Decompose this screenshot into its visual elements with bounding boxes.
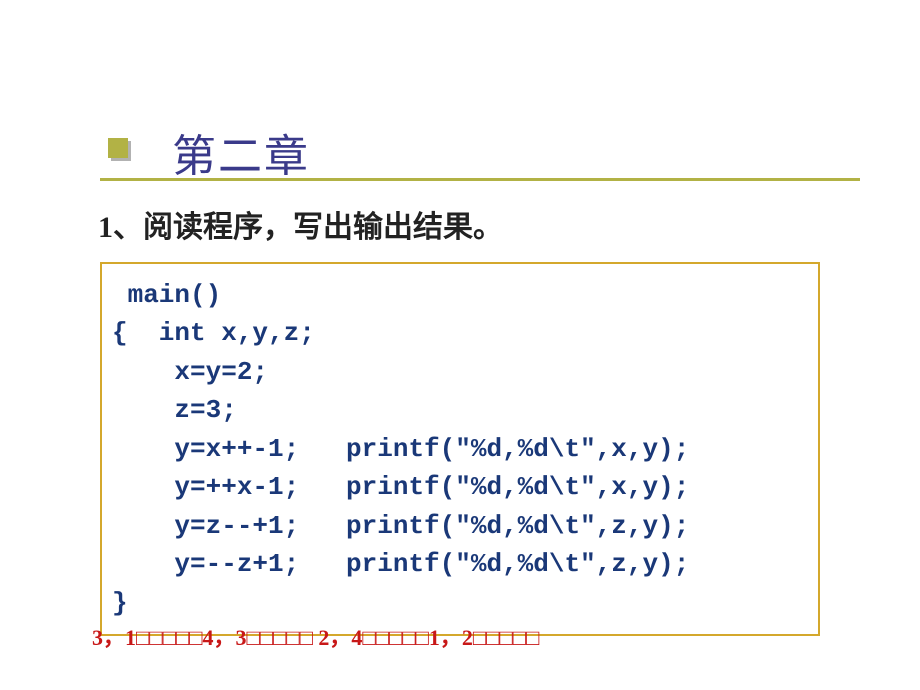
code-line-5: y=x++-1; printf("%d,%d\t",x,y); [112, 430, 808, 468]
code-line-4: z=3; [112, 391, 808, 429]
question-number: 1 [98, 211, 113, 244]
question-body: 阅读程序，写出输出结果。 [143, 211, 503, 244]
code-line-6: y=++x-1; printf("%d,%d\t",x,y); [112, 468, 808, 506]
question-text: 1、阅读程序，写出输出结果。 [98, 202, 503, 246]
code-line-8: y=--z+1; printf("%d,%d\t",z,y); [112, 545, 808, 583]
code-line-3: x=y=2; [112, 353, 808, 391]
code-line-1: main() [112, 276, 808, 314]
chapter-title: 第二章 [172, 120, 860, 184]
code-line-2: { int x,y,z; [112, 314, 808, 352]
code-box: main() { int x,y,z; x=y=2; z=3; y=x++-1;… [100, 262, 820, 636]
question-sep: 、 [113, 211, 143, 244]
title-underline [100, 178, 860, 181]
code-line-7: y=z--+1; printf("%d,%d\t",z,y); [112, 507, 808, 545]
title-area: 第二章 [100, 120, 860, 184]
code-line-9: } [112, 584, 808, 622]
answer-output: 3，1□□□□□4，3□□□□□ 2，4□□□□□1，2□□□□□ [92, 620, 539, 652]
slide: 第二章 1、阅读程序，写出输出结果。 main() { int x,y,z; x… [0, 0, 920, 690]
